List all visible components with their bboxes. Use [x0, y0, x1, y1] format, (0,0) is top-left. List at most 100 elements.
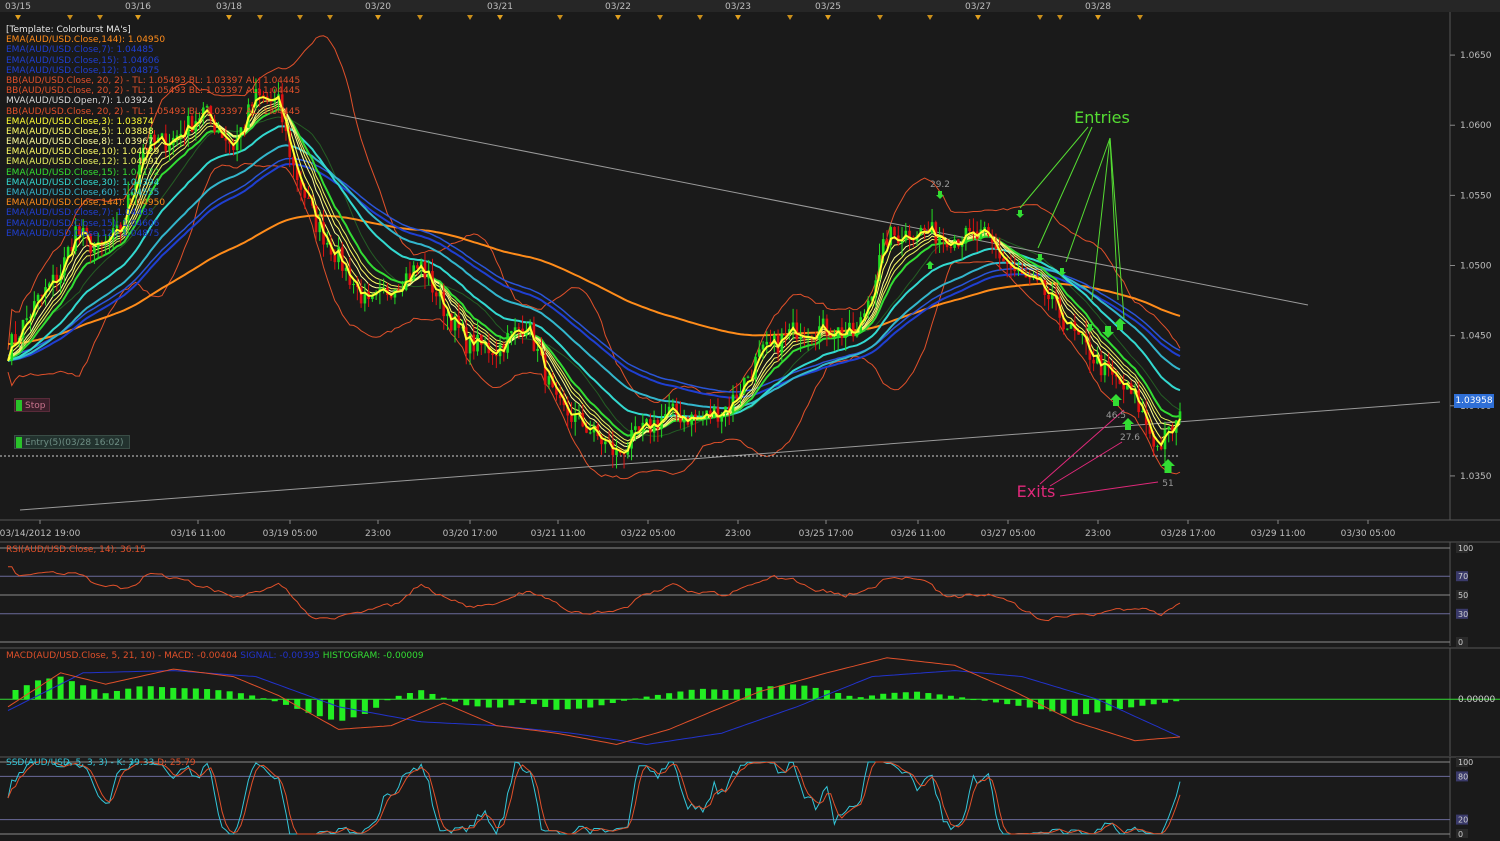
macd-histogram-bar	[1004, 699, 1011, 705]
legend-template: [Template: Colorburst MA's]	[6, 25, 131, 35]
macd-histogram-bar	[970, 699, 977, 701]
legend-entry: BB(AUD/USD.Close, 20, 2) - TL: 1.05493 B…	[6, 107, 426, 117]
y-tick-label: 1.0550	[1460, 191, 1492, 201]
candle-body	[1092, 359, 1095, 364]
macd-histogram-bar	[846, 695, 853, 700]
candle-body	[536, 348, 539, 351]
macd-histogram-bar	[508, 699, 515, 706]
legend-entry-value: 1.04485	[116, 208, 154, 219]
legend-entry: EMA(AUD/USD.Close,12): 1.04875	[6, 66, 426, 76]
macd-histogram-bar	[384, 699, 391, 701]
legend-entry-value: 1.03924	[115, 96, 154, 107]
rsi-tick-label: 0	[1458, 638, 1463, 647]
macd-histogram-bar	[519, 699, 526, 703]
annotation-label: 29.2	[930, 180, 950, 190]
last-price-tag: 1.03958	[1454, 394, 1494, 408]
legend-entry-label: EMA(AUD/USD.Close,60):	[6, 188, 123, 198]
macd-histogram-bar	[192, 688, 199, 700]
entry-label: Entry(5)(03/28 16:02)	[25, 438, 124, 448]
macd-histogram-bar	[497, 699, 504, 708]
candle-body	[25, 318, 29, 320]
macd-title-part: SIGNAL: -0.00395	[240, 651, 323, 661]
macd-histogram-bar	[778, 685, 785, 700]
legend-entry-label: BB(AUD/USD.Close, 20, 2) - TL: 1.05493 B…	[6, 75, 263, 86]
macd-title-part: HISTOGRAM: -0.00009	[322, 651, 424, 661]
top-date-label: 03/16	[125, 2, 151, 12]
candle-body	[735, 394, 739, 399]
top-date-label: 03/18	[216, 2, 242, 12]
macd-histogram-bar	[170, 687, 177, 700]
candle-body	[1028, 277, 1032, 279]
annotation-label: 46.5	[1106, 411, 1126, 421]
candle-body	[510, 331, 513, 334]
legend-entry-label: EMA(AUD/USD.Close,12):	[6, 65, 123, 76]
macd-histogram-bar	[159, 687, 166, 700]
ssd-pane	[0, 757, 1500, 838]
ssd-title-part: K: 39.33	[116, 758, 158, 768]
legend-entry-value: 1.04606	[122, 218, 160, 229]
x-tick-label: 03/25 17:00	[799, 529, 854, 539]
macd-histogram-bar	[835, 693, 842, 700]
candle-body	[547, 376, 551, 385]
macd-histogram-bar	[181, 688, 188, 700]
macd-histogram-bar	[1071, 699, 1078, 716]
ssd-title-part: SSD(AUD/USD, 5, 3, 3) -	[6, 758, 117, 768]
macd-histogram-bar	[215, 690, 222, 700]
candle-body	[881, 239, 885, 256]
rsi-tick-label: 100	[1458, 544, 1473, 553]
macd-histogram-bar	[474, 699, 481, 707]
x-tick-label: 03/21 11:00	[531, 529, 586, 539]
candle-body	[476, 334, 479, 352]
rsi-tick-label: 70	[1458, 572, 1468, 581]
candle-body	[479, 334, 483, 345]
y-tick-label: 1.0350	[1460, 472, 1492, 482]
candle-body	[36, 294, 40, 302]
macd-histogram-bar	[902, 692, 909, 700]
legend-entry-label: EMA(AUD/USD.Close,7):	[6, 208, 117, 219]
legend-entry-label: BB(AUD/USD.Close, 20, 2) - TL: 1.05493 B…	[6, 86, 263, 97]
rsi-tick-label: 30	[1458, 610, 1468, 619]
legend-entry-value: 1.04875	[122, 228, 160, 239]
macd-histogram-bar	[1161, 699, 1168, 703]
macd-histogram-bar	[654, 694, 661, 700]
macd-histogram-bar	[688, 689, 695, 700]
legend-entry-value: 1.04606	[122, 55, 160, 66]
candle-body	[938, 236, 941, 244]
macd-pane	[0, 648, 1500, 756]
candle-body	[885, 239, 889, 246]
candle-body	[923, 227, 926, 231]
legend-entry-label: EMA(AUD/USD.Close,144):	[6, 35, 128, 46]
legend-entry: EMA(AUD/USD.Close,12): 1.04091	[6, 157, 426, 167]
macd-histogram-bar	[733, 689, 740, 700]
macd-histogram-bar	[666, 693, 673, 700]
candle-body	[333, 254, 337, 263]
macd-histogram-bar	[1150, 699, 1157, 705]
legend-entry-value: 1.03874	[116, 116, 154, 127]
macd-histogram-bar	[350, 699, 357, 718]
legend-entry: EMA(AUD/USD.Close,15): 1.04606	[6, 56, 426, 66]
macd-histogram-bar	[992, 699, 999, 703]
entry-order-box[interactable]: Entry(5)(03/28 16:02)	[14, 435, 130, 449]
x-tick-label: 03/29 11:00	[1251, 529, 1306, 539]
legend-entry-value: 1.04445	[262, 75, 301, 86]
legend-entry: EMA(AUD/USD.Close,12): 1.04875	[6, 229, 426, 239]
macd-histogram-bar	[237, 693, 244, 700]
legend-entry: EMA(AUD/USD.Close,8): 1.03967	[6, 137, 426, 147]
macd-histogram-bar	[609, 699, 616, 703]
macd-histogram-bar	[632, 698, 639, 700]
legend-entry-label: EMA(AUD/USD.Close,15):	[6, 55, 123, 66]
ssd-tick-label: 20	[1458, 816, 1468, 825]
x-tick-label: 03/22 05:00	[621, 529, 676, 539]
macd-histogram-bar	[677, 691, 684, 700]
legend-entry: EMA(AUD/USD.Close,30): 1.04394	[6, 178, 426, 188]
macd-histogram-bar	[880, 693, 887, 700]
macd-histogram-bar	[463, 699, 470, 706]
x-tick-label: 03/27 05:00	[981, 529, 1036, 539]
top-date-label: 03/28	[1085, 2, 1111, 12]
stop-order-box[interactable]: Stop	[14, 398, 50, 412]
macd-title: MACD(AUD/USD.Close, 5, 21, 10) - MACD: -…	[6, 651, 424, 661]
legend-entry: EMA(AUD/USD.Close,60): 1.04555	[6, 188, 426, 198]
legend-entry-value: 1.03967	[116, 137, 154, 148]
x-tick-label: 03/30 05:00	[1341, 529, 1396, 539]
macd-histogram-bar	[226, 691, 233, 700]
